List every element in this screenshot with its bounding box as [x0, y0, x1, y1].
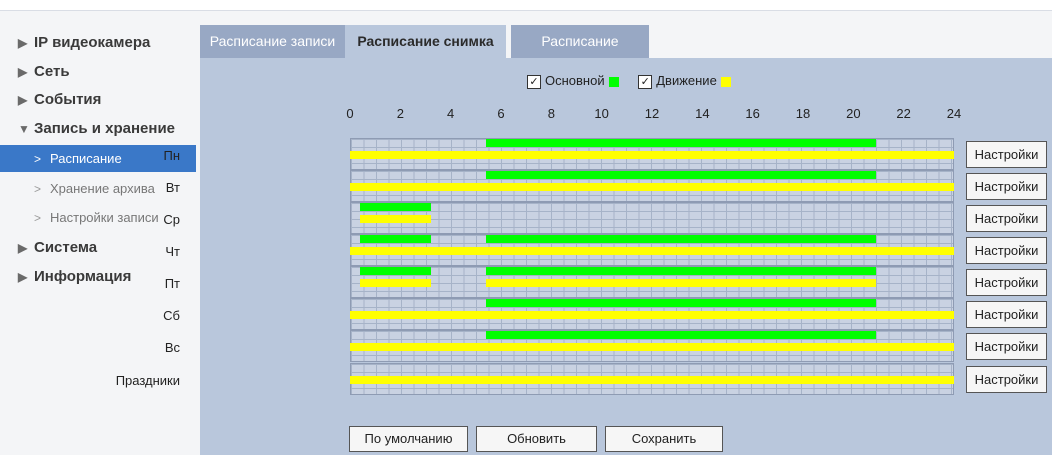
legend-motion-swatch — [720, 76, 731, 87]
settings-button[interactable]: Настройки — [966, 366, 1047, 393]
day-label: Ср — [163, 212, 180, 227]
default-button[interactable]: По умолчанию — [349, 426, 468, 452]
motion-schedule-bar[interactable] — [485, 279, 876, 287]
hour-label: 14 — [695, 106, 710, 121]
sidebar-item-network[interactable]: ▶ Сеть — [18, 60, 70, 84]
chevron-right-icon: > — [34, 182, 42, 196]
settings-button[interactable]: Настройки — [966, 141, 1047, 168]
primary-schedule-bar[interactable] — [485, 331, 876, 339]
hour-label: 20 — [846, 106, 861, 121]
tab-record-schedule[interactable]: Расписание записи — [200, 25, 345, 58]
collapse-arrow-icon: ▼ — [18, 122, 30, 136]
day-label: Праздники — [115, 373, 180, 388]
chevron-right-icon: > — [34, 152, 42, 166]
hour-label: 8 — [547, 106, 555, 121]
settings-button[interactable]: Настройки — [966, 301, 1047, 328]
hour-label: 4 — [447, 106, 455, 121]
day-label: Пт — [164, 276, 180, 291]
settings-button[interactable]: Настройки — [966, 205, 1047, 232]
motion-schedule-bar[interactable] — [350, 343, 954, 351]
motion-schedule-bar[interactable] — [360, 215, 431, 223]
legend-primary[interactable]: ✓ Основной — [527, 73, 638, 89]
expand-arrow-icon: ▶ — [18, 241, 28, 255]
legend-motion-label: Движение — [656, 73, 717, 88]
primary-schedule-bar[interactable] — [485, 299, 876, 307]
primary-schedule-bar[interactable] — [485, 267, 876, 275]
sidebar-item-ip-camera[interactable]: ▶ IP видеокамера — [18, 31, 150, 55]
save-button[interactable]: Сохранить — [605, 426, 723, 452]
expand-arrow-icon: ▶ — [18, 270, 28, 284]
expand-arrow-icon: ▶ — [18, 65, 28, 79]
sidebar-item-events[interactable]: ▶ События — [18, 88, 101, 112]
motion-schedule-bar[interactable] — [350, 311, 954, 319]
motion-schedule-bar[interactable] — [350, 183, 954, 191]
settings-button[interactable]: Настройки — [966, 333, 1047, 360]
hour-label: 22 — [896, 106, 911, 121]
primary-schedule-bar[interactable] — [360, 235, 431, 243]
legend-primary-label: Основной — [545, 73, 605, 88]
hour-label: 10 — [594, 106, 609, 121]
hour-label: 24 — [946, 106, 962, 121]
primary-schedule-bar[interactable] — [485, 171, 876, 179]
motion-schedule-bar[interactable] — [350, 376, 954, 384]
settings-button[interactable]: Настройки — [966, 173, 1047, 200]
day-label: Вт — [165, 180, 180, 195]
hour-label: 16 — [745, 106, 760, 121]
refresh-button[interactable]: Обновить — [476, 426, 597, 452]
hour-label: 18 — [795, 106, 811, 121]
sidebar-item-label: События — [34, 91, 102, 108]
sidebar-item-label: Сеть — [34, 63, 70, 80]
tab-snapshot-schedule[interactable]: Расписание снимка — [345, 25, 506, 58]
top-border — [0, 0, 1052, 11]
primary-schedule-bar[interactable] — [485, 235, 876, 243]
legend-motion[interactable]: ✓ Движение — [638, 73, 747, 89]
legend-primary-swatch — [608, 76, 619, 87]
day-label: Вс — [164, 340, 180, 355]
hour-axis: 0 2 4 6 8 10 12 14 16 18 20 22 24 — [151, 106, 961, 126]
hour-label: 0 — [346, 106, 354, 121]
tab-bar: Расписание записи Расписание снимка Расп… — [200, 11, 1052, 58]
hour-label: 12 — [644, 106, 660, 121]
hour-label: 6 — [497, 106, 505, 121]
legend: ✓ Основной ✓ Движение — [527, 73, 747, 91]
checkbox-motion[interactable]: ✓ — [638, 74, 653, 89]
settings-button[interactable]: Настройки — [966, 269, 1047, 296]
motion-schedule-bar[interactable] — [360, 279, 431, 287]
primary-schedule-bar[interactable] — [360, 267, 431, 275]
day-label: Сб — [163, 308, 180, 323]
expand-arrow-icon: ▶ — [18, 36, 28, 50]
settings-button[interactable]: Настройки — [966, 237, 1047, 264]
day-label: Пн — [163, 148, 180, 163]
tab-schedule[interactable]: Расписание — [511, 25, 649, 58]
expand-arrow-icon: ▶ — [18, 93, 28, 107]
primary-schedule-bar[interactable] — [360, 203, 431, 211]
sidebar-item-label: IP видеокамера — [34, 34, 151, 51]
hour-label: 2 — [396, 106, 404, 121]
day-label: Чт — [165, 244, 180, 259]
motion-schedule-bar[interactable] — [350, 151, 954, 159]
chevron-right-icon: > — [34, 211, 42, 225]
motion-schedule-bar[interactable] — [350, 247, 954, 255]
day-schedule-row[interactable] — [350, 202, 954, 234]
primary-schedule-bar[interactable] — [485, 139, 876, 147]
checkbox-primary[interactable]: ✓ — [527, 74, 541, 89]
